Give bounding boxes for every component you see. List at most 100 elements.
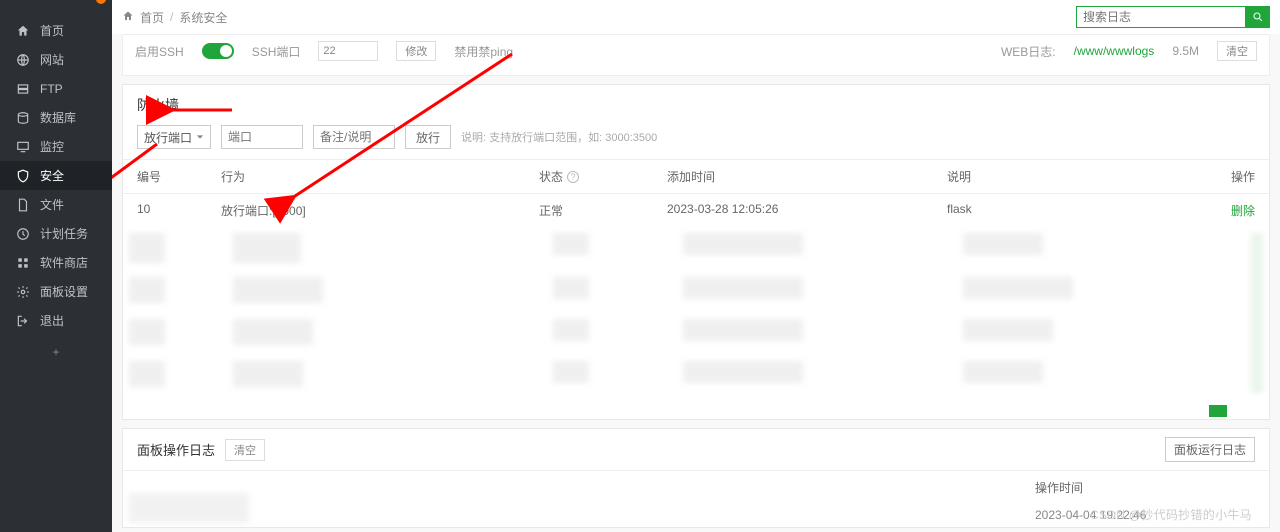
pagination-indicator[interactable]: [1209, 405, 1227, 417]
file-icon: [16, 198, 30, 212]
globe-icon: [16, 53, 30, 67]
log-thead: 操作时间: [123, 471, 1269, 504]
breadcrumb-home-icon: [122, 10, 134, 25]
log-panel: 面板操作日志 清空 面板运行日志 操作时间 2023-04-04 19:22:4…: [122, 428, 1270, 528]
monitor-icon: [16, 140, 30, 154]
col-stat-label: 状态: [539, 168, 563, 185]
ssh-port-label: SSH端口: [252, 43, 301, 60]
sidebar-item-label: 数据库: [40, 109, 76, 126]
ftp-icon: [16, 82, 30, 96]
sidebar-item-label: 文件: [40, 196, 64, 213]
search-input[interactable]: [1076, 6, 1246, 28]
log-head: 面板操作日志 清空 面板运行日志: [123, 429, 1269, 471]
col-num: 编号: [137, 168, 221, 185]
main: 首页 / 系统安全 启用SSH SSH端口 修改 禁用禁ping WEB日志: …: [112, 0, 1280, 532]
cell-time: 2023-03-28 12:05:26: [667, 202, 947, 219]
sidebar-item-files[interactable]: 文件: [0, 190, 112, 219]
log-row: 2023-04-04 19:22:46: [123, 526, 1269, 527]
sidebar-item-label: 网站: [40, 51, 64, 68]
firewall-port-input[interactable]: [221, 125, 303, 149]
sidebar-item-cron[interactable]: 计划任务: [0, 219, 112, 248]
log-col-time: 操作时间: [1035, 479, 1255, 496]
clock-icon: [16, 227, 30, 241]
log-row: 2023-04-04 19:22:46: [123, 504, 1269, 526]
search-button[interactable]: [1246, 6, 1270, 28]
shield-icon: [16, 169, 30, 183]
log-title: 面板操作日志: [137, 440, 215, 459]
breadcrumb-current: 系统安全: [179, 9, 227, 26]
firewall-add-button[interactable]: 放行: [405, 125, 451, 149]
search-icon: [1252, 11, 1264, 23]
sidebar-item-website[interactable]: 网站: [0, 45, 112, 74]
exit-icon: [16, 314, 30, 328]
weblog-path[interactable]: /www/wwwlogs: [1074, 44, 1155, 58]
select-label: 放行端口: [144, 129, 192, 146]
col-act: 行为: [221, 168, 539, 185]
sidebar-item-appstore[interactable]: 软件商店: [0, 248, 112, 277]
database-icon: [16, 111, 30, 125]
sidebar-item-database[interactable]: 数据库: [0, 103, 112, 132]
sidebar: 首页 网站 FTP 数据库 监控 安全 文件 计划任务: [0, 0, 112, 532]
ssh-port-modify[interactable]: 修改: [396, 41, 436, 61]
sidebar-item-home[interactable]: 首页: [0, 16, 112, 45]
ssh-enable-toggle[interactable]: [202, 43, 234, 59]
log-cell-time: 2023-04-04 19:22:46: [1035, 508, 1255, 522]
sidebar-item-ftp[interactable]: FTP: [0, 74, 112, 103]
weblog-clear[interactable]: 清空: [1217, 41, 1257, 61]
sidebar-item-exit[interactable]: 退出: [0, 306, 112, 335]
sidebar-item-security[interactable]: 安全: [0, 161, 112, 190]
sidebar-item-label: 面板设置: [40, 283, 88, 300]
col-stat: 状态?: [539, 168, 667, 185]
sidebar-item-label: 退出: [40, 312, 64, 329]
breadcrumb-home[interactable]: 首页: [140, 9, 164, 26]
sidebar-item-label: FTP: [40, 82, 63, 96]
sidebar-item-monitor[interactable]: 监控: [0, 132, 112, 161]
run-log-button[interactable]: 面板运行日志: [1165, 437, 1255, 462]
blurred-rows: [123, 227, 1269, 419]
sidebar-item-label: 安全: [40, 167, 64, 184]
weblog-label: WEB日志:: [1001, 43, 1056, 60]
table-row: 10 放行端口:[5000] 正常 2023-03-28 12:05:26 fl…: [123, 194, 1269, 227]
breadcrumb: 首页 / 系统安全: [122, 9, 227, 26]
log-title-wrap: 面板操作日志 清空: [137, 439, 265, 461]
sidebar-item-label: 软件商店: [40, 254, 88, 271]
cell-stat: 正常: [539, 202, 667, 219]
help-icon[interactable]: ?: [567, 171, 579, 183]
sidebar-item-settings[interactable]: 面板设置: [0, 277, 112, 306]
sidebar-item-label: 监控: [40, 138, 64, 155]
col-time: 添加时间: [667, 168, 947, 185]
top-strip: 启用SSH SSH端口 修改 禁用禁ping WEB日志: /www/wwwlo…: [122, 34, 1270, 76]
home-icon: [16, 24, 30, 38]
ssh-enable-label: 启用SSH: [135, 43, 184, 60]
ssh-port-input[interactable]: [318, 41, 378, 61]
firewall-note-input[interactable]: [313, 125, 395, 149]
breadcrumb-row: 首页 / 系统安全: [112, 0, 1280, 34]
firewall-form: 放行端口 放行 说明: 支持放行端口范围，如: 3000:3500: [123, 115, 1269, 159]
cell-op-delete[interactable]: 删除: [1209, 202, 1255, 219]
firewall-thead: 编号 行为 状态? 添加时间 说明 操作: [123, 159, 1269, 194]
ping-label: 禁用禁ping: [454, 43, 513, 60]
sidebar-item-label: 首页: [40, 22, 64, 39]
log-body: 操作时间 2023-04-04 19:22:46 2023-04-04 19:2…: [123, 471, 1269, 527]
log-clear-button[interactable]: 清空: [225, 439, 265, 461]
search-wrap: [1076, 6, 1270, 28]
plus-icon: +: [52, 345, 59, 359]
logo-dot: [96, 0, 106, 4]
cell-num: 10: [137, 202, 221, 219]
col-note: 说明: [947, 168, 1209, 185]
firewall-title: 防火墙: [123, 85, 1269, 115]
sidebar-item-label: 计划任务: [40, 225, 88, 242]
firewall-type-select[interactable]: 放行端口: [137, 125, 211, 149]
col-op: 操作: [1209, 168, 1255, 185]
sidebar-logo: [0, 0, 112, 16]
grid-icon: [16, 256, 30, 270]
log-col-blank: [137, 479, 1035, 496]
breadcrumb-sep: /: [170, 10, 173, 24]
cell-note: flask: [947, 202, 1209, 219]
chevron-down-icon: [196, 133, 204, 141]
weblog-size: 9.5M: [1172, 44, 1199, 58]
cell-act: 放行端口:[5000]: [221, 202, 539, 219]
firewall-table: 编号 行为 状态? 添加时间 说明 操作 10 放行端口:[5000] 正常 2…: [123, 159, 1269, 227]
sidebar-add[interactable]: +: [0, 335, 112, 369]
firewall-hint: 说明: 支持放行端口范围，如: 3000:3500: [461, 129, 657, 145]
